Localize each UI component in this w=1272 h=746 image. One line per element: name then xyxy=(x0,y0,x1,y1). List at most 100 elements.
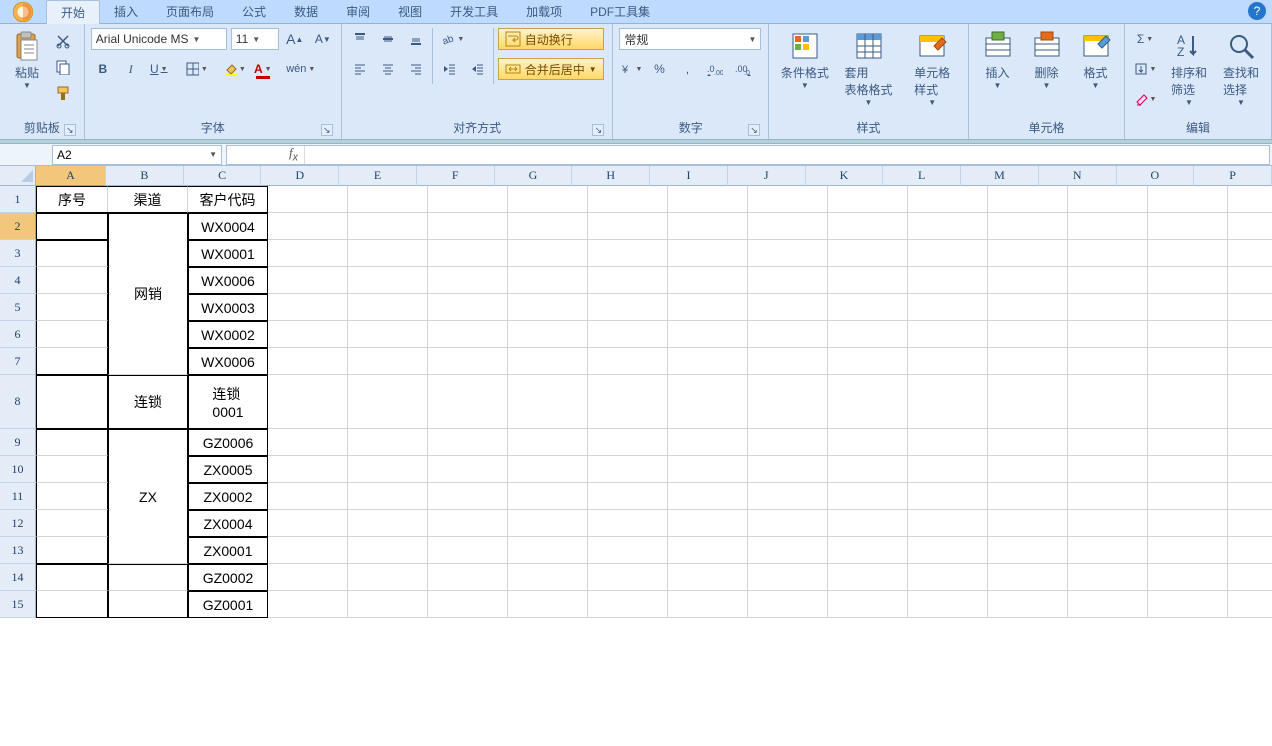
office-button[interactable] xyxy=(0,0,46,24)
tab-审阅[interactable]: 审阅 xyxy=(332,0,384,24)
cell[interactable]: GZ0001 xyxy=(188,591,268,618)
cell[interactable] xyxy=(748,483,828,510)
cell[interactable] xyxy=(36,456,108,483)
row-header[interactable]: 14 xyxy=(0,564,36,591)
cell[interactable]: WX0001 xyxy=(188,240,268,267)
cell[interactable] xyxy=(348,294,428,321)
cell[interactable] xyxy=(668,564,748,591)
cell[interactable] xyxy=(588,456,668,483)
cell[interactable] xyxy=(1228,186,1272,213)
cell[interactable] xyxy=(1228,564,1272,591)
increase-indent-button[interactable] xyxy=(465,58,489,80)
cell[interactable] xyxy=(1068,267,1148,294)
cell[interactable] xyxy=(268,294,348,321)
cell[interactable] xyxy=(1148,537,1228,564)
cell[interactable] xyxy=(588,564,668,591)
cell[interactable] xyxy=(668,537,748,564)
cell[interactable] xyxy=(988,240,1068,267)
align-top-button[interactable] xyxy=(348,28,372,50)
cell[interactable] xyxy=(828,564,908,591)
cell[interactable] xyxy=(1068,240,1148,267)
cell[interactable] xyxy=(1068,564,1148,591)
cell[interactable] xyxy=(268,375,348,429)
cell[interactable] xyxy=(1068,537,1148,564)
cell[interactable] xyxy=(1068,375,1148,429)
cell[interactable] xyxy=(668,348,748,375)
cell[interactable] xyxy=(428,267,508,294)
cell[interactable] xyxy=(1228,213,1272,240)
paste-button[interactable]: 粘贴 ▼ xyxy=(6,28,48,90)
align-right-button[interactable] xyxy=(404,58,428,80)
cell[interactable] xyxy=(1148,510,1228,537)
cell[interactable] xyxy=(828,267,908,294)
cell[interactable] xyxy=(668,375,748,429)
cell[interactable] xyxy=(668,429,748,456)
cell[interactable] xyxy=(908,267,988,294)
cell[interactable] xyxy=(828,294,908,321)
cell[interactable] xyxy=(268,186,348,213)
cell[interactable] xyxy=(828,186,908,213)
row-header[interactable]: 7 xyxy=(0,348,36,375)
cell[interactable]: 网销 xyxy=(108,213,188,375)
cell[interactable] xyxy=(1068,213,1148,240)
cell[interactable] xyxy=(36,510,108,537)
cell[interactable] xyxy=(988,537,1068,564)
row-header[interactable]: 13 xyxy=(0,537,36,564)
italic-button[interactable]: I xyxy=(119,58,143,80)
cell[interactable] xyxy=(1068,483,1148,510)
cell[interactable] xyxy=(268,240,348,267)
cell[interactable] xyxy=(988,321,1068,348)
cell[interactable] xyxy=(1148,456,1228,483)
column-header[interactable]: C xyxy=(184,166,262,186)
cell[interactable] xyxy=(588,375,668,429)
format-as-table-button[interactable]: 套用 表格格式▼ xyxy=(839,28,899,107)
percent-button[interactable]: % xyxy=(647,58,671,80)
font-color-button[interactable]: A▼ xyxy=(251,58,275,80)
cell[interactable] xyxy=(108,564,188,591)
cell[interactable] xyxy=(1228,267,1272,294)
cell[interactable] xyxy=(748,321,828,348)
cell[interactable] xyxy=(268,591,348,618)
cell[interactable] xyxy=(508,456,588,483)
cell[interactable] xyxy=(668,267,748,294)
cell[interactable] xyxy=(348,456,428,483)
cell[interactable] xyxy=(268,267,348,294)
cell[interactable] xyxy=(748,375,828,429)
cell-styles-button[interactable]: 单元格 样式▼ xyxy=(902,28,962,107)
cell[interactable] xyxy=(508,186,588,213)
find-select-button[interactable]: 查找和 选择▼ xyxy=(1217,28,1265,107)
format-painter-button[interactable] xyxy=(52,82,74,104)
sort-filter-button[interactable]: AZ排序和 筛选▼ xyxy=(1165,28,1213,107)
help-icon[interactable]: ? xyxy=(1248,2,1266,20)
cell[interactable] xyxy=(1228,321,1272,348)
cell[interactable] xyxy=(428,186,508,213)
cell[interactable] xyxy=(1068,294,1148,321)
delete-cells-button[interactable]: 删除▼ xyxy=(1024,28,1069,90)
merge-center-button[interactable]: 合并后居中▼ xyxy=(498,58,604,80)
cut-button[interactable] xyxy=(52,30,74,52)
cell[interactable] xyxy=(36,537,108,564)
cell[interactable] xyxy=(428,537,508,564)
wrap-text-button[interactable]: 自动换行 xyxy=(498,28,604,50)
cell[interactable] xyxy=(668,240,748,267)
cell[interactable] xyxy=(348,321,428,348)
chevron-down-icon[interactable]: ▼ xyxy=(192,35,200,44)
cell[interactable] xyxy=(588,186,668,213)
cell[interactable] xyxy=(508,510,588,537)
tab-页面布局[interactable]: 页面布局 xyxy=(152,0,228,24)
cell[interactable] xyxy=(268,348,348,375)
cell[interactable]: 连锁 xyxy=(108,375,188,429)
cell[interactable] xyxy=(1148,294,1228,321)
cell[interactable] xyxy=(988,483,1068,510)
cell[interactable] xyxy=(428,321,508,348)
cell[interactable]: WX0003 xyxy=(188,294,268,321)
cell[interactable] xyxy=(908,591,988,618)
cell[interactable] xyxy=(828,213,908,240)
column-header[interactable]: O xyxy=(1117,166,1195,186)
cell[interactable] xyxy=(428,294,508,321)
cell[interactable] xyxy=(36,321,108,348)
row-header[interactable]: 6 xyxy=(0,321,36,348)
row-header[interactable]: 8 xyxy=(0,375,36,429)
cell[interactable] xyxy=(1228,456,1272,483)
cell[interactable] xyxy=(748,429,828,456)
